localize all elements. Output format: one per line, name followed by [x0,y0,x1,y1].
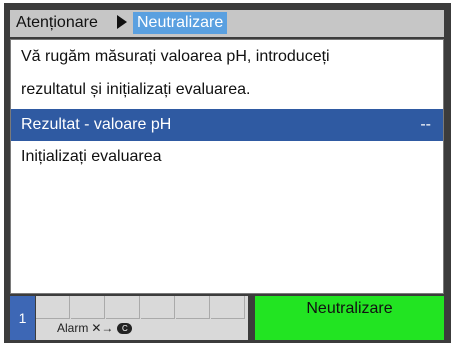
message-line-2: rezultatul și inițializați evaluarea. [21,81,251,98]
menu-item-value: -- [420,116,431,133]
footer-bar: 1 Alarm ✕→ C Neutralizare [10,296,444,340]
message-line-1: Vă rugăm măsurați valoarea pH, introduce… [21,48,330,65]
neutralizare-button-label: Neutralizare [306,300,393,317]
breadcrumb-root[interactable]: Atenționare [16,14,98,32]
alarm-clear-hint: Alarm ✕→ C [57,321,133,335]
menu-item-label: Rezultat - valoare pH [21,116,172,133]
softkey-4[interactable] [141,296,175,319]
softkey-2[interactable] [71,296,105,319]
softkey-1[interactable] [36,296,70,319]
softkey-panel: Alarm ✕→ C [36,296,248,340]
alarm-label: Alarm [57,321,89,335]
screen: Atenționare Neutralizare Vă rugăm măsura… [0,0,456,345]
neutralizare-button[interactable]: Neutralizare [255,296,444,340]
breadcrumb-arrow-icon [117,15,127,29]
softkey-5[interactable] [176,296,210,319]
softkey-6[interactable] [211,296,245,319]
softkey-3[interactable] [106,296,140,319]
menu-item-init-evaluation[interactable]: Inițializați evaluarea [21,148,162,166]
clear-arrow-icon: ✕→ [91,321,114,335]
breadcrumb: Atenționare Neutralizare [10,10,444,37]
menu-item-result-ph[interactable]: Rezultat - valoare pH -- [11,109,443,141]
c-key-icon: C [117,322,133,334]
breadcrumb-current: Neutralizare [133,12,228,34]
page-number-badge: 1 [10,296,35,340]
content-panel: Vă rugăm măsurați valoarea pH, introduce… [10,39,444,294]
